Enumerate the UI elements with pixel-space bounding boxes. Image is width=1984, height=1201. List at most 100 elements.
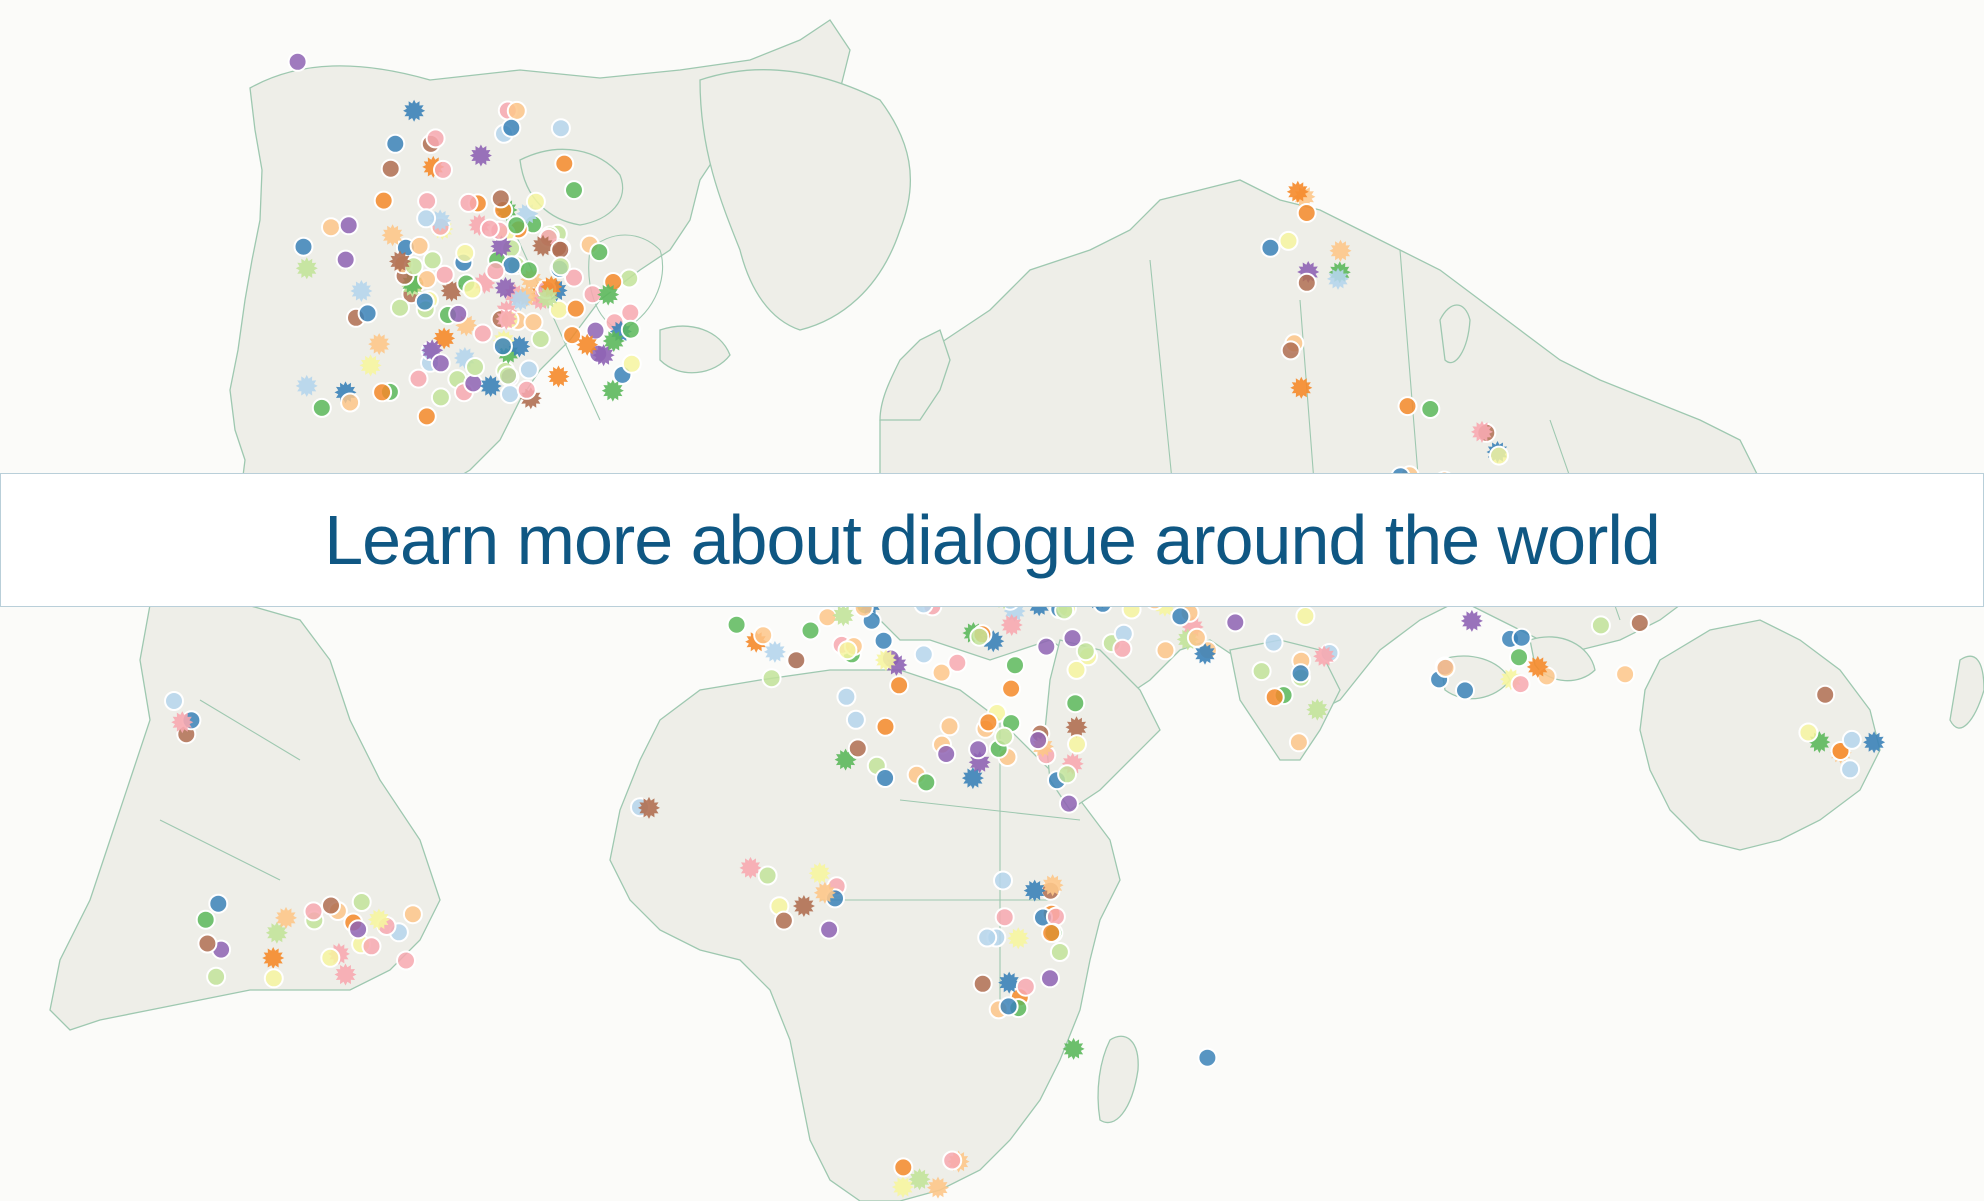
dialogue-marker-circle[interactable]: [1489, 445, 1509, 466]
dialogue-marker-circle[interactable]: [1798, 722, 1819, 743]
dialogue-marker-circle[interactable]: [498, 365, 518, 386]
dialogue-marker-circle[interactable]: [1510, 674, 1531, 695]
dialogue-marker-circle[interactable]: [819, 919, 840, 940]
dialogue-marker-circle[interactable]: [1057, 764, 1078, 785]
dialogue-marker-circle[interactable]: [1590, 615, 1611, 636]
dialogue-marker-circle[interactable]: [1049, 942, 1070, 962]
dialogue-marker-circle[interactable]: [1815, 684, 1836, 705]
dialogue-marker-circle[interactable]: [1041, 923, 1062, 943]
dialogue-marker-circle[interactable]: [800, 620, 821, 641]
dialogue-marker-circle[interactable]: [619, 268, 640, 289]
dialogue-marker-circle[interactable]: [589, 242, 610, 263]
dialogue-marker-circle[interactable]: [977, 927, 998, 948]
dialogue-marker-circle[interactable]: [817, 607, 838, 628]
dialogue-marker-circle[interactable]: [564, 180, 584, 201]
dialogue-marker-circle[interactable]: [479, 218, 500, 239]
dialogue-marker-circle[interactable]: [1840, 759, 1861, 780]
dialogue-marker-circle[interactable]: [947, 652, 968, 673]
dialogue-marker-circle[interactable]: [1001, 678, 1022, 699]
dialogue-marker-circle[interactable]: [263, 968, 284, 989]
dialogue-marker-circle[interactable]: [1280, 340, 1301, 361]
dialogue-marker-circle[interactable]: [889, 675, 910, 696]
dialogue-marker-circle[interactable]: [416, 406, 437, 427]
dialogue-marker-circle[interactable]: [472, 323, 493, 344]
dialogue-marker-burst[interactable]: [1460, 609, 1483, 632]
dialogue-marker-circle[interactable]: [506, 100, 527, 121]
dialogue-marker-circle[interactable]: [1264, 687, 1285, 708]
dialogue-marker-circle[interactable]: [1260, 237, 1281, 258]
dialogue-marker-circle[interactable]: [1045, 906, 1066, 927]
dialogue-marker-circle[interactable]: [726, 614, 747, 635]
dialogue-marker-circle[interactable]: [463, 373, 484, 394]
dialogue-marker-circle[interactable]: [1251, 661, 1272, 682]
dialogue-marker-circle[interactable]: [1295, 606, 1316, 626]
dialogue-marker-circle[interactable]: [340, 392, 361, 413]
dialogue-marker-circle[interactable]: [939, 716, 960, 737]
dialogue-marker-circle[interactable]: [1455, 680, 1475, 701]
dialogue-marker-circle[interactable]: [550, 118, 571, 139]
dialogue-marker-circle[interactable]: [1263, 632, 1284, 653]
dialogue-marker-circle[interactable]: [550, 256, 571, 277]
dialogue-marker-circle[interactable]: [525, 191, 546, 212]
dialogue-marker-circle[interactable]: [761, 668, 782, 689]
dialogue-marker-circle[interactable]: [873, 630, 894, 651]
dialogue-marker-circle[interactable]: [385, 133, 406, 154]
dialogue-marker-circle[interactable]: [1288, 732, 1309, 753]
dialogue-marker-circle[interactable]: [1225, 612, 1246, 633]
dialogue-marker-circle[interactable]: [518, 359, 539, 380]
dialogue-marker-circle[interactable]: [931, 662, 952, 683]
dialogue-marker-circle[interactable]: [847, 738, 868, 759]
dialogue-marker-circle[interactable]: [303, 901, 324, 922]
dialogue-marker-circle[interactable]: [492, 336, 513, 357]
dialogue-marker-circle[interactable]: [414, 291, 435, 312]
dialogue-marker-circle[interactable]: [1036, 636, 1057, 657]
dialogue-marker-circle[interactable]: [1509, 647, 1529, 668]
dialogue-marker-circle[interactable]: [994, 907, 1015, 928]
dialogue-marker-circle[interactable]: [417, 269, 437, 290]
dialogue-marker-circle[interactable]: [1112, 638, 1133, 659]
dialogue-marker-circle[interactable]: [430, 353, 451, 374]
dialogue-marker-circle[interactable]: [786, 650, 807, 671]
dialogue-marker-circle[interactable]: [338, 215, 359, 236]
dialogue-marker-circle[interactable]: [621, 353, 642, 374]
dialogue-marker-circle[interactable]: [1629, 613, 1650, 633]
dialogue-marker-circle[interactable]: [402, 904, 423, 925]
dialogue-marker-burst[interactable]: [547, 365, 570, 388]
dialogue-marker-circle[interactable]: [373, 190, 394, 211]
dialogue-marker-circle[interactable]: [434, 264, 455, 285]
dialogue-marker-circle[interactable]: [1028, 730, 1049, 751]
dialogue-marker-circle[interactable]: [433, 159, 453, 180]
dialogue-marker-circle[interactable]: [311, 397, 332, 418]
dialogue-marker-circle[interactable]: [1015, 976, 1036, 997]
dialogue-marker-circle[interactable]: [836, 686, 857, 707]
dialogue-marker-circle[interactable]: [530, 329, 551, 349]
dialogue-marker-circle[interactable]: [396, 950, 416, 971]
dialogue-marker-circle[interactable]: [390, 297, 410, 318]
dialogue-marker-circle[interactable]: [361, 936, 382, 957]
dialogue-marker-circle[interactable]: [321, 895, 341, 916]
dialogue-marker-circle[interactable]: [348, 919, 369, 940]
dialogue-marker-circle[interactable]: [972, 973, 993, 994]
dialogue-marker-circle[interactable]: [1397, 396, 1418, 417]
dialogue-marker-circle[interactable]: [1186, 627, 1207, 648]
dialogue-marker-circle[interactable]: [351, 892, 372, 912]
dialogue-marker-circle[interactable]: [357, 303, 378, 324]
dialogue-marker-circle[interactable]: [321, 217, 341, 238]
dialogue-marker-circle[interactable]: [465, 357, 485, 377]
dialogue-marker-circle[interactable]: [936, 744, 957, 764]
dialogue-marker-circle[interactable]: [523, 312, 544, 333]
dialogue-marker-circle[interactable]: [490, 188, 511, 209]
dialogue-marker-circle[interactable]: [287, 51, 308, 72]
dialogue-marker-circle[interactable]: [1296, 203, 1317, 223]
dialogue-marker-circle[interactable]: [462, 279, 483, 300]
dialogue-marker-circle[interactable]: [206, 966, 227, 987]
dialogue-marker-circle[interactable]: [554, 153, 575, 174]
dialogue-marker-circle[interactable]: [550, 239, 571, 260]
dialogue-marker-circle[interactable]: [458, 192, 479, 213]
dialogue-marker-circle[interactable]: [1197, 1047, 1218, 1068]
dialogue-marker-circle[interactable]: [380, 158, 401, 179]
dialogue-marker-circle[interactable]: [1170, 606, 1191, 627]
dialogue-marker-circle[interactable]: [1435, 657, 1456, 678]
dialogue-marker-circle[interactable]: [893, 1157, 914, 1178]
dialogue-marker-circle[interactable]: [845, 709, 866, 730]
